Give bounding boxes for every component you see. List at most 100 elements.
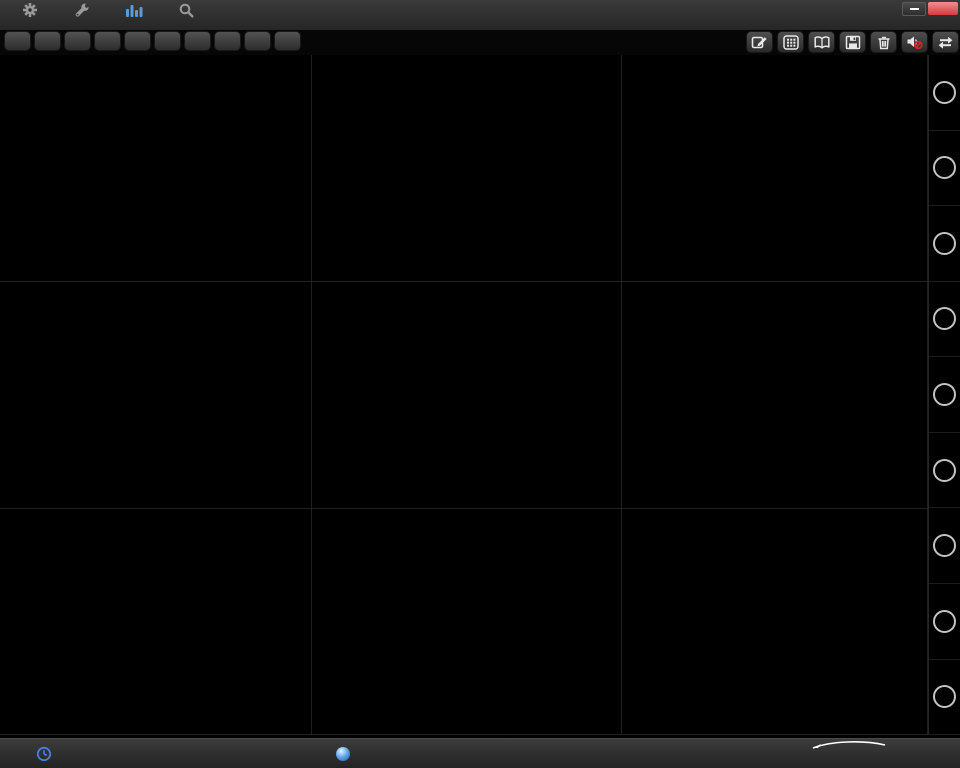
panel-thermometer <box>622 282 928 509</box>
grid-icon <box>783 35 799 50</box>
legend <box>629 305 650 341</box>
line-chart <box>313 300 621 492</box>
legend <box>7 305 28 341</box>
legend-low-swatch <box>629 323 644 338</box>
tab-6[interactable] <box>154 31 181 51</box>
panel-round-gauge <box>0 509 312 735</box>
status-led <box>933 232 956 255</box>
tab-9[interactable] <box>244 31 271 51</box>
legend-high-swatch <box>319 532 334 547</box>
wrench-icon <box>74 2 90 23</box>
legend-high-swatch <box>7 305 22 320</box>
minimize-icon <box>910 8 919 10</box>
tab-1[interactable] <box>4 31 31 51</box>
refresh-button[interactable] <box>932 31 959 53</box>
led-cell[interactable] <box>929 508 960 584</box>
tube-level-gauge <box>313 527 621 719</box>
status-bar <box>0 738 960 768</box>
exit-button[interactable] <box>928 2 958 15</box>
save-button[interactable] <box>839 31 866 53</box>
panel-header <box>312 55 621 73</box>
status-led <box>933 459 956 482</box>
live-bars-icon <box>125 2 143 23</box>
status-led <box>933 685 956 708</box>
legend-low-swatch <box>319 96 334 111</box>
page-tabs <box>4 31 301 51</box>
legend-high-swatch <box>319 78 334 93</box>
status-led <box>933 307 956 330</box>
legend <box>319 532 340 568</box>
panel-header <box>0 55 311 73</box>
panel-bar-chart <box>0 55 312 282</box>
panel-header <box>622 509 927 527</box>
dashboard-grid <box>0 55 928 735</box>
area-chart <box>623 73 931 265</box>
status-led <box>933 383 956 406</box>
led-cell[interactable] <box>929 55 960 131</box>
thermometer-gauge <box>623 300 931 492</box>
tab-3[interactable] <box>64 31 91 51</box>
book-button[interactable] <box>808 31 835 53</box>
tab-2[interactable] <box>34 31 61 51</box>
led-cell[interactable] <box>929 584 960 660</box>
legend-low-swatch <box>7 323 22 338</box>
led-cell[interactable] <box>929 433 960 509</box>
toolbar <box>746 31 959 53</box>
title-bar <box>0 0 960 31</box>
nav-history-button[interactable] <box>160 0 212 30</box>
panel-semi-gauge <box>312 55 622 282</box>
ultimate-client-window <box>0 0 960 768</box>
led-cell[interactable] <box>929 357 960 433</box>
panel-tube-gauge <box>312 509 622 735</box>
clock-icon <box>36 746 52 767</box>
status-led <box>933 156 956 179</box>
tab-10[interactable] <box>274 31 301 51</box>
edit-button[interactable] <box>746 31 773 53</box>
status-led <box>933 610 956 633</box>
bar-chart <box>1 73 309 265</box>
status-led <box>933 534 956 557</box>
round-gauge <box>1 527 309 719</box>
tab-row <box>0 30 960 55</box>
panel-line-chart <box>312 282 622 509</box>
minimize-button[interactable] <box>902 2 926 16</box>
nav-live-button[interactable] <box>108 0 160 30</box>
led-cell[interactable] <box>929 660 960 736</box>
led-cell[interactable] <box>929 206 960 282</box>
save-icon <box>845 35 861 50</box>
led-cell[interactable] <box>929 282 960 358</box>
tab-5[interactable] <box>124 31 151 51</box>
grid-button[interactable] <box>777 31 804 53</box>
panel-header <box>622 282 927 300</box>
speaker-mute-icon <box>906 34 923 50</box>
panel-color-bar <box>0 282 312 509</box>
magnifier-icon <box>178 2 194 23</box>
nav-function-button[interactable] <box>56 0 108 30</box>
delete-button[interactable] <box>870 31 897 53</box>
edit-icon <box>751 34 768 50</box>
mute-button[interactable] <box>901 31 928 53</box>
panel-header <box>312 509 621 527</box>
legend <box>319 78 340 114</box>
swap-arrows-icon <box>937 35 954 50</box>
compass-gauge <box>623 527 931 719</box>
gear-icon <box>22 2 38 23</box>
led-cell[interactable] <box>929 131 960 207</box>
color-scale-gauge <box>1 300 309 492</box>
tab-7[interactable] <box>184 31 211 51</box>
nav-system-button[interactable] <box>4 0 56 30</box>
panel-header <box>622 55 927 73</box>
legend <box>7 532 28 568</box>
panel-header <box>312 282 621 300</box>
book-icon <box>813 35 831 50</box>
panel-compass <box>622 509 928 735</box>
tab-4[interactable] <box>94 31 121 51</box>
panel-header <box>0 509 311 527</box>
mode-sphere-icon <box>336 747 350 761</box>
legend-high-swatch <box>7 532 22 547</box>
semicircle-gauge <box>313 73 621 265</box>
tab-8[interactable] <box>214 31 241 51</box>
trash-icon <box>876 35 892 50</box>
panel-header <box>0 282 311 300</box>
status-led <box>933 81 956 104</box>
